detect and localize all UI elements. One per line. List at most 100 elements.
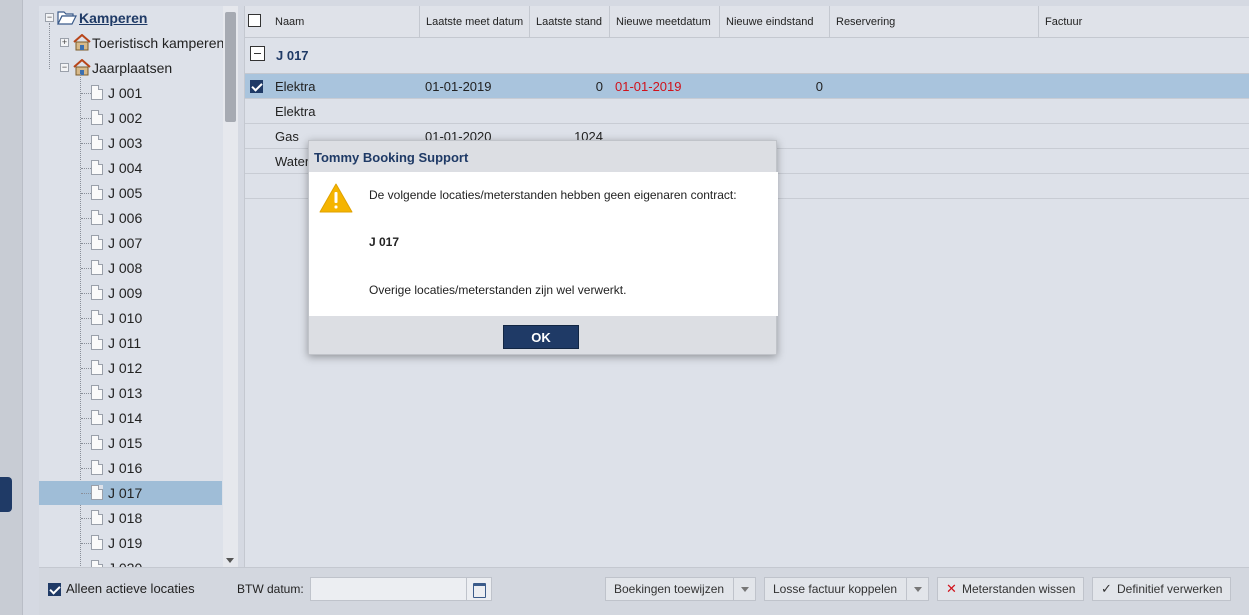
chevron-down-icon[interactable] [733,578,755,600]
table-row[interactable]: Elektra 01-01-2019 0 01-01-2019 0 [245,74,1249,99]
col-reservering[interactable]: Reservering [830,6,1039,38]
tree-item-toeristisch-kamperen[interactable]: + Toeristisch kamperen [39,31,224,55]
location-tree: − Kamperen + Toeristisch kamperen − Jaar… [39,6,238,567]
select-all-checkbox[interactable] [248,14,261,27]
link-invoice-button[interactable]: Losse factuur koppelen [764,577,929,601]
clear-meters-label: Meterstanden wissen [962,582,1076,596]
tree-leaf-item[interactable]: J 020 [39,556,222,567]
tree-leaf-label[interactable]: J 017 [108,481,142,505]
tree-scroll-thumb[interactable] [225,12,236,122]
tree-leaf-label[interactable]: J 002 [108,106,142,130]
cell-nieuwe-eindstand[interactable]: 0 [720,74,823,99]
message-dialog: Tommy Booking Support De volgende locati… [308,140,778,355]
active-locations-label[interactable]: Alleen actieve locaties [66,581,195,596]
tree-leaf-item[interactable]: J 002 [39,106,222,130]
tree-leaf-label[interactable]: J 013 [108,381,142,405]
tree-leaf-item[interactable]: J 007 [39,231,222,255]
tree-leaf-label[interactable]: J 007 [108,231,142,255]
dialog-message-secondary: Overige locaties/meterstanden zijn wel v… [369,283,627,297]
scroll-down-arrow-icon[interactable] [226,558,234,563]
btw-date-label: BTW datum: [237,582,304,596]
ok-button[interactable]: OK [503,325,579,349]
page-icon [91,360,103,375]
tree-leaf-item[interactable]: J 017 [39,481,222,505]
tree-item-label[interactable]: Jaarplaatsen [92,56,172,80]
clear-meters-button[interactable]: ✕ Meterstanden wissen [937,577,1084,601]
tree-leaf-label[interactable]: J 010 [108,306,142,330]
tree-leaf-item[interactable]: J 004 [39,156,222,180]
active-locations-checkbox[interactable] [48,583,61,596]
tree-leaf-label[interactable]: J 012 [108,356,142,380]
collapse-icon[interactable]: − [60,63,69,72]
group-row[interactable]: J 017 [245,39,1249,74]
tree-leaf-label[interactable]: J 020 [108,556,142,567]
btw-date-input[interactable] [310,577,467,601]
col-factuur[interactable]: Factuur [1039,6,1249,38]
cell-naam: Water [275,154,310,169]
tree-leaf-item[interactable]: J 014 [39,406,222,430]
tree-leaf-label[interactable]: J 016 [108,456,142,480]
calendar-icon[interactable] [467,577,492,601]
cell-nieuwe-datum[interactable]: 01-01-2019 [615,74,682,99]
tree-connector [81,543,91,544]
tree-leaf-item[interactable]: J 015 [39,431,222,455]
tree-scrollbar[interactable] [223,6,238,567]
tree-leaf-item[interactable]: J 019 [39,531,222,555]
page-icon [91,160,103,175]
dialog-body: De volgende locaties/meterstanden hebben… [309,172,778,316]
tree-leaf-label[interactable]: J 005 [108,181,142,205]
tree-leaf-item[interactable]: J 011 [39,331,222,355]
tree-leaf-label[interactable]: J 001 [108,81,142,105]
expand-icon[interactable]: + [60,38,69,47]
tree-leaf-label[interactable]: J 014 [108,406,142,430]
page-icon [91,535,103,550]
tree-leaf-item[interactable]: J 018 [39,506,222,530]
tree-item-label[interactable]: Toeristisch kamperen [92,31,224,55]
warning-icon [319,183,353,213]
house-icon [73,34,91,51]
tree-leaf-label[interactable]: J 009 [108,281,142,305]
tree-leaf-label[interactable]: J 006 [108,206,142,230]
finalize-button[interactable]: ✓ Definitief verwerken [1092,577,1231,601]
rail-toggle-tab[interactable] [0,477,12,512]
collapse-icon[interactable]: − [45,13,54,22]
page-icon [91,85,103,100]
tree-leaf-item[interactable]: J 008 [39,256,222,280]
tree-leaf-label[interactable]: J 011 [108,331,141,355]
group-collapse-icon[interactable] [250,46,265,61]
col-nieuwe-eindstand[interactable]: Nieuwe eindstand [720,6,830,38]
tree-root-kamperen[interactable]: − Kamperen [39,6,222,30]
page-icon [91,310,103,325]
row-checkbox[interactable] [250,80,263,93]
page-icon [91,285,103,300]
tree-leaf-item[interactable]: J 013 [39,381,222,405]
tree-leaf-item[interactable]: J 016 [39,456,222,480]
tree-leaf-item[interactable]: J 012 [39,356,222,380]
tree-leaf-item[interactable]: J 003 [39,131,222,155]
tree-leaf-item[interactable]: J 001 [39,81,222,105]
tree-leaf-label[interactable]: J 015 [108,431,142,455]
col-laatste-stand[interactable]: Laatste stand [530,6,610,38]
tree-leaf-label[interactable]: J 018 [108,506,142,530]
tree-leaf-item[interactable]: J 009 [39,281,222,305]
tree-leaf-label[interactable]: J 008 [108,256,142,280]
chevron-down-icon[interactable] [906,578,928,600]
tree-connector [81,393,91,394]
col-naam[interactable]: Naam [269,6,420,38]
tree-item-jaarplaatsen[interactable]: − Jaarplaatsen [39,56,222,80]
tree-leaf-item[interactable]: J 006 [39,206,222,230]
tree-leaf-label[interactable]: J 004 [108,156,142,180]
tree-connector [81,193,91,194]
col-nieuwe-meetdatum[interactable]: Nieuwe meetdatum [610,6,720,38]
tree-root-label[interactable]: Kamperen [79,6,147,30]
tree-leaf-item[interactable]: J 010 [39,306,222,330]
tree-leaf-label[interactable]: J 003 [108,131,142,155]
table-row[interactable]: Elektra [245,99,1249,124]
col-laatste-meet-datum[interactable]: Laatste meet datum [420,6,530,38]
dialog-title: Tommy Booking Support [314,150,469,165]
assign-bookings-button[interactable]: Boekingen toewijzen [605,577,756,601]
tree-leaf-item[interactable]: J 005 [39,181,222,205]
tree-leaf-label[interactable]: J 019 [108,531,142,555]
page-icon [91,435,103,450]
page-icon [91,235,103,250]
